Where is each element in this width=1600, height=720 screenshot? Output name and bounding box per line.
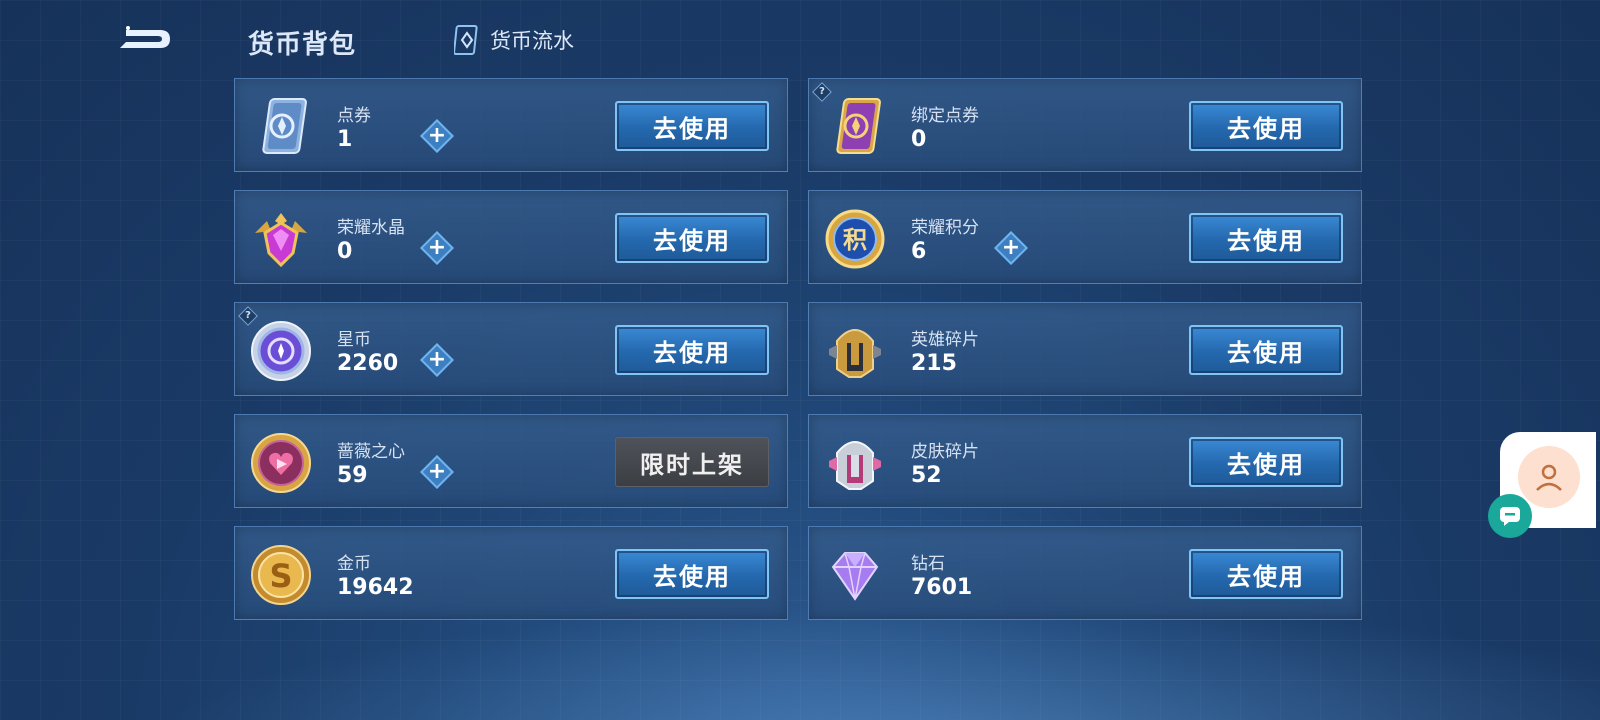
currency-value: 59 [337, 463, 368, 488]
star-coin-icon [249, 319, 313, 383]
glory-points-glyph: 积 [843, 226, 867, 254]
use-button[interactable]: 去使用 [1189, 325, 1343, 375]
currency-card-bound-voucher: ? 绑定点券 0 去使用 [808, 78, 1362, 172]
rose-heart-icon [249, 431, 313, 495]
currency-card-skin-fragment: 皮肤碎片 52 去使用 [808, 414, 1362, 508]
use-button[interactable]: 去使用 [615, 213, 769, 263]
currency-card-hero-fragment: 英雄碎片 215 去使用 [808, 302, 1362, 396]
gold-coin-glyph: S [269, 557, 292, 595]
user-avatar[interactable] [1518, 446, 1580, 508]
currency-name: 皮肤碎片 [911, 442, 979, 462]
currency-value: 52 [911, 463, 942, 488]
use-button[interactable]: 去使用 [615, 325, 769, 375]
add-button[interactable]: + [420, 343, 454, 377]
currency-value: 19642 [337, 575, 414, 600]
currency-value: 6 [911, 239, 927, 264]
currency-name: 星币 [337, 330, 371, 350]
flow-card-icon [454, 24, 480, 56]
limited-time-button[interactable]: 限时上架 [615, 437, 769, 487]
currency-value: 0 [911, 127, 927, 152]
gold-coin-icon: S [249, 543, 313, 607]
currency-value: 2260 [337, 351, 399, 376]
add-button[interactable]: + [420, 455, 454, 489]
currency-name: 点券 [337, 106, 371, 126]
voucher-card-icon [249, 95, 313, 159]
plus-icon: + [1001, 235, 1021, 260]
currency-card-voucher: 点券 1 + 去使用 [234, 78, 788, 172]
diamond-icon [823, 543, 887, 607]
glory-crystal-icon [249, 207, 313, 271]
glory-points-icon: 积 [823, 207, 887, 271]
use-button[interactable]: 去使用 [615, 549, 769, 599]
currency-value: 7601 [911, 575, 973, 600]
currency-name: 金币 [337, 554, 371, 574]
currency-name: 荣耀积分 [911, 218, 979, 238]
chat-bubble-button[interactable] [1488, 494, 1532, 538]
plus-icon: + [427, 459, 447, 484]
currency-card-star-coin: ? 星币 2260 + 去使用 [234, 302, 788, 396]
currency-name: 钻石 [911, 554, 945, 574]
currency-name: 英雄碎片 [911, 330, 979, 350]
add-button[interactable]: + [994, 231, 1028, 265]
back-arrow-icon [120, 26, 170, 48]
use-button[interactable]: 去使用 [615, 101, 769, 151]
plus-icon: + [427, 235, 447, 260]
currency-card-rose-heart: 蔷薇之心 59 + 限时上架 [234, 414, 788, 508]
use-button[interactable]: 去使用 [1189, 101, 1343, 151]
plus-icon: + [427, 347, 447, 372]
use-button[interactable]: 去使用 [1189, 437, 1343, 487]
back-button[interactable] [112, 20, 176, 56]
currency-value: 215 [911, 351, 957, 376]
skin-fragment-icon [823, 431, 887, 495]
currency-value: 1 [337, 127, 353, 152]
page-title: 货币背包 [248, 30, 357, 60]
currency-card-glory-points: 积 荣耀积分 6 + 去使用 [808, 190, 1362, 284]
plus-icon: + [427, 123, 447, 148]
person-icon [1536, 464, 1562, 491]
hero-fragment-icon [823, 319, 887, 383]
currency-flow-tab[interactable]: 货币流水 [454, 24, 574, 56]
add-button[interactable]: + [420, 231, 454, 265]
currency-card-glory-crystal: 荣耀水晶 0 + 去使用 [234, 190, 788, 284]
bound-voucher-card-icon [823, 95, 887, 159]
use-button[interactable]: 去使用 [1189, 549, 1343, 599]
currency-card-gold-coin: S 金币 19642 去使用 [234, 526, 788, 620]
currency-card-diamond: 钻石 7601 去使用 [808, 526, 1362, 620]
currency-name: 荣耀水晶 [337, 218, 405, 238]
chat-icon [1500, 507, 1520, 526]
currency-value: 0 [337, 239, 353, 264]
use-button[interactable]: 去使用 [1189, 213, 1343, 263]
currency-name: 蔷薇之心 [337, 442, 405, 462]
add-button[interactable]: + [420, 119, 454, 153]
currency-flow-label: 货币流水 [490, 29, 574, 53]
currency-name: 绑定点券 [911, 106, 979, 126]
